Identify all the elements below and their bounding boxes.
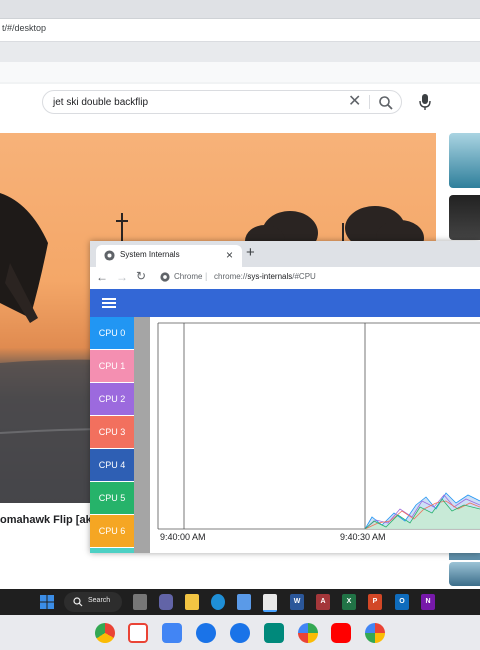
omnibox-origin[interactable]: Chrome [174, 272, 202, 281]
time-axis-label: 9:40:00 AM [160, 532, 206, 542]
chat-icon[interactable] [159, 594, 173, 610]
back-browser-tabstrip [0, 0, 480, 19]
graph-gutter [134, 317, 150, 553]
forward-arrow-icon[interactable]: → [116, 270, 128, 284]
app-header [90, 289, 480, 317]
mic-icon[interactable] [418, 93, 432, 111]
cpu-item-1[interactable]: CPU 1 [90, 350, 134, 382]
related-thumbnail[interactable] [449, 195, 480, 240]
related-thumbnail[interactable] [449, 133, 480, 188]
reload-icon[interactable]: ↻ [136, 269, 146, 283]
chrome-icon[interactable] [95, 623, 115, 643]
meet-icon[interactable] [264, 623, 284, 643]
youtube-icon[interactable] [331, 623, 351, 643]
tab-title: System Internals [120, 250, 180, 259]
system-internals-window: System Internals × + ← → ↻ Chrome | chro… [90, 241, 480, 553]
back-browser-toolbar [0, 62, 480, 82]
url-path: /#CPU [292, 272, 316, 281]
cpu-item-2[interactable]: CPU 2 [90, 383, 134, 415]
related-thumbnail[interactable] [449, 562, 480, 586]
chrome-favicon-icon [104, 250, 115, 261]
access-icon[interactable]: A [316, 594, 330, 610]
search-divider [369, 95, 370, 109]
edge-icon[interactable] [211, 594, 225, 610]
search-icon[interactable] [377, 94, 395, 112]
cpu-item-0[interactable]: CPU 0 [90, 317, 134, 349]
omnibox-url[interactable]: chrome://sys-internals/#CPU [214, 272, 316, 281]
clear-search-icon[interactable]: ✕ [348, 93, 361, 111]
url-host: sys-internals [247, 272, 293, 281]
gmail-icon[interactable] [128, 623, 148, 643]
messages-icon[interactable] [230, 623, 250, 643]
url-prefix: chrome:// [214, 272, 248, 281]
back-arrow-icon[interactable]: ← [96, 270, 108, 284]
excel-icon[interactable]: X [342, 594, 356, 610]
cpu-item-6[interactable]: CPU 6 [90, 515, 134, 547]
play-store-icon[interactable] [298, 623, 318, 643]
powerpoint-icon[interactable]: P [368, 594, 382, 610]
search-icon [73, 597, 83, 607]
photos-icon[interactable] [365, 623, 385, 643]
start-icon[interactable] [40, 595, 54, 609]
back-browser-bookmarks-bar [0, 42, 480, 62]
taskbar-search[interactable]: Search [64, 592, 122, 612]
time-axis-label: 9:40:30 AM [340, 532, 386, 542]
omnibox-separator: | [205, 271, 208, 281]
close-tab-icon[interactable]: × [226, 247, 233, 263]
file-explorer-icon[interactable] [185, 594, 199, 610]
search-box[interactable]: jet ski double backflip ✕ [42, 90, 402, 114]
calendar-icon[interactable] [162, 623, 182, 643]
outlook-icon[interactable]: O [395, 594, 409, 610]
taskbar-search-label: Search [88, 597, 111, 604]
tab-system-internals[interactable]: System Internals × [96, 245, 242, 267]
chrome-site-icon[interactable] [160, 272, 170, 282]
taskbar: Search W A X P O N [0, 589, 480, 615]
back-browser-url: t/#/desktop [2, 23, 47, 33]
cpu-list: CPU 0 CPU 1 CPU 2 CPU 3 CPU 4 CPU 5 CPU … [90, 317, 134, 553]
browser-toolbar: ← → ↻ Chrome | chrome://sys-internals/#C… [90, 267, 480, 290]
new-tab-icon[interactable]: + [246, 244, 255, 262]
task-view-icon[interactable] [133, 594, 147, 610]
store-icon[interactable] [237, 594, 251, 610]
result-caption[interactable]: omahawk Flip [aka [0, 514, 98, 526]
cpu-item-7[interactable] [90, 548, 134, 553]
cpu-item-3[interactable]: CPU 3 [90, 416, 134, 448]
onenote-icon[interactable]: N [421, 594, 435, 610]
shelf [0, 615, 480, 650]
cpu-item-4[interactable]: CPU 4 [90, 449, 134, 481]
files-icon[interactable] [196, 623, 216, 643]
cpu-usage-graph [150, 317, 480, 553]
back-browser-address-bar[interactable] [0, 19, 480, 42]
notepad-icon[interactable] [263, 594, 277, 612]
cpu-item-5[interactable]: CPU 5 [90, 482, 134, 514]
word-icon[interactable]: W [290, 594, 304, 610]
cpu-graph-canvas [157, 322, 480, 530]
search-input[interactable]: jet ski double backflip [53, 97, 148, 108]
hamburger-menu-icon[interactable] [102, 298, 116, 308]
